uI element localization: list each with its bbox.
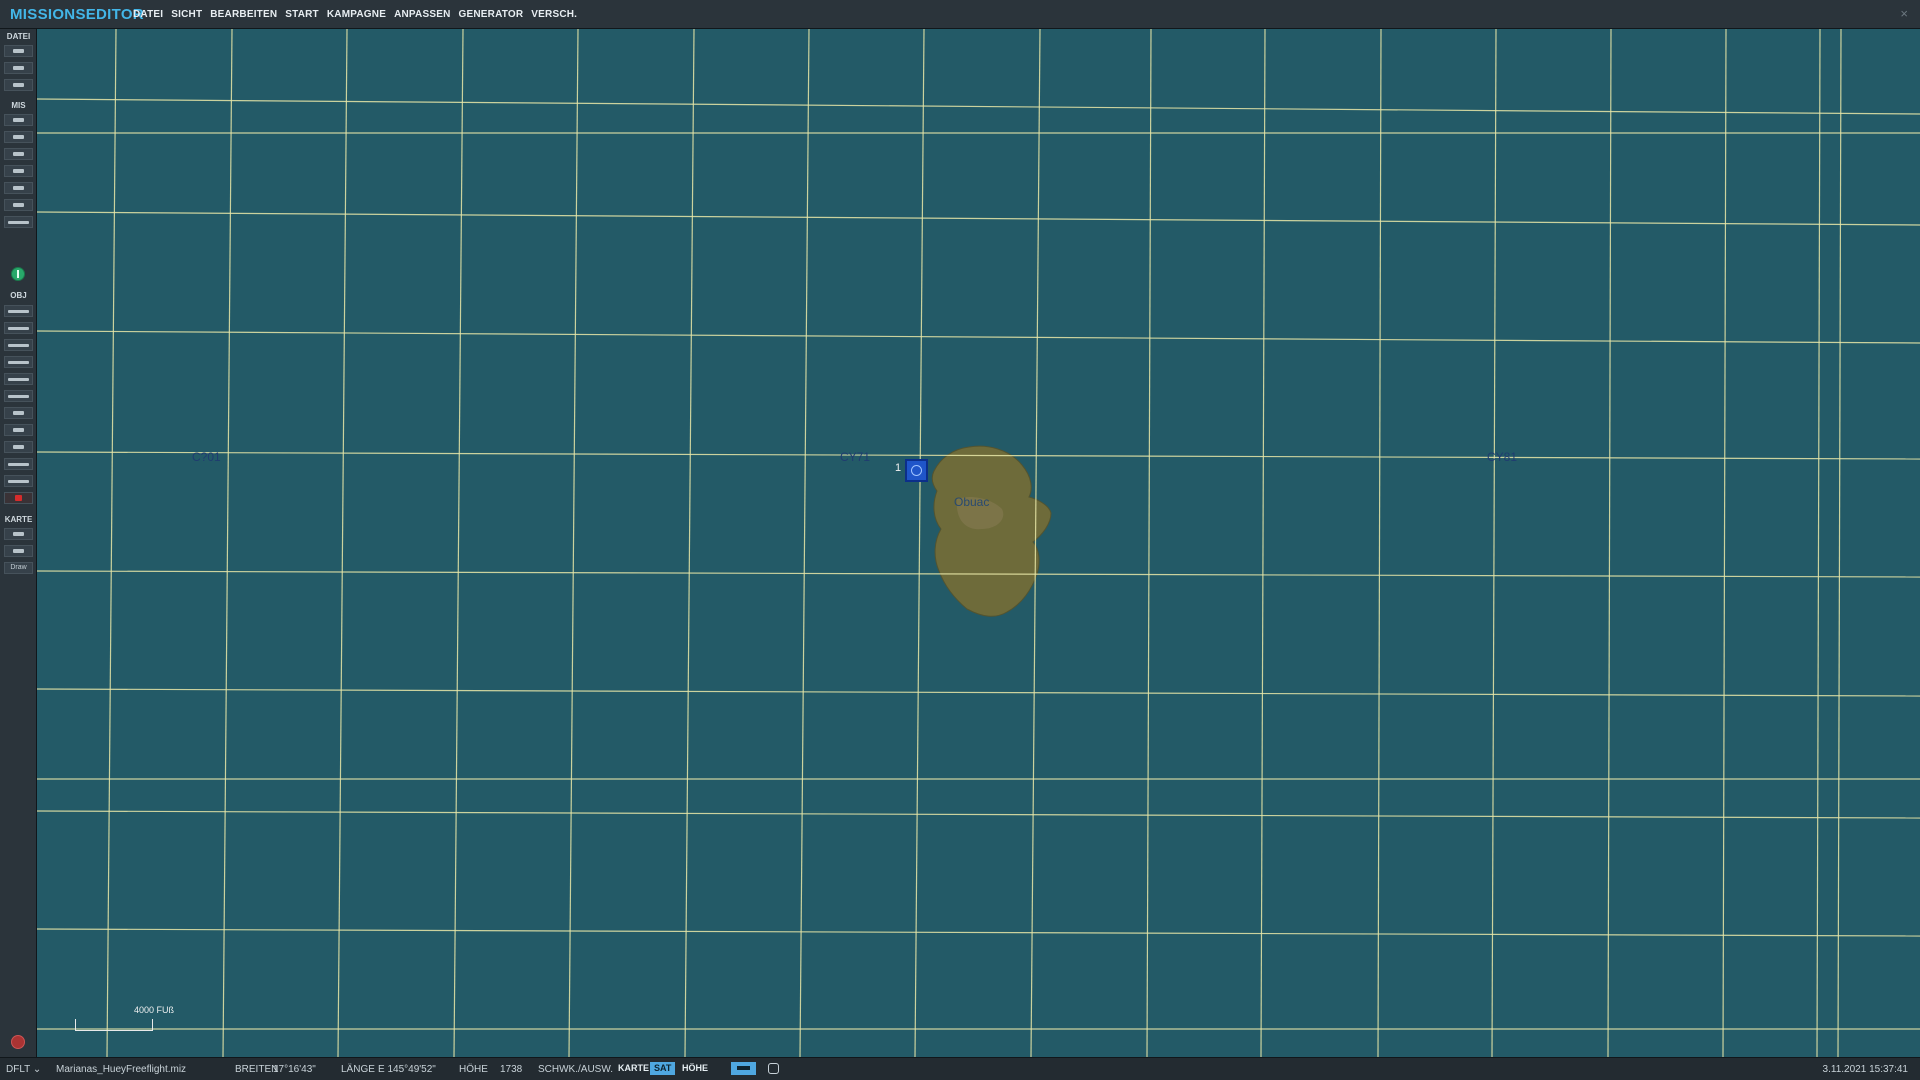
- close-button[interactable]: ×: [1900, 6, 1908, 21]
- map-mode-sat-button[interactable]: SAT: [650, 1062, 676, 1075]
- menu-item-sicht[interactable]: SICHT: [171, 9, 202, 20]
- globe-icon[interactable]: [11, 267, 25, 281]
- fullscreen-icon[interactable]: [768, 1063, 779, 1074]
- new-mission-icon[interactable]: [4, 45, 33, 57]
- map-mode-hoehe-button[interactable]: HÖHE: [678, 1062, 712, 1075]
- weather-icon[interactable]: [4, 131, 33, 143]
- unit-marker[interactable]: [905, 459, 928, 482]
- briefing-icon[interactable]: [4, 114, 33, 126]
- map-marker-label-1[interactable]: C?01: [192, 450, 221, 464]
- latitude-value: 17°16'43": [273, 1064, 316, 1075]
- longitude-label: LÄNGE: [341, 1064, 375, 1075]
- left-toolbar: DATEI MIS OBJ KARTE Draw: [0, 29, 37, 1057]
- draw-button[interactable]: Draw: [4, 562, 33, 574]
- map-view[interactable]: C?01 CY71 CY81 Obuac 1 4000 FUß: [37, 29, 1920, 1057]
- key-icon[interactable]: [4, 528, 33, 540]
- map-marker-label-3[interactable]: CY81: [1487, 450, 1517, 464]
- scale-label: 4000 FUß: [134, 1005, 175, 1015]
- menu-item-kampagne[interactable]: KAMPAGNE: [327, 9, 386, 20]
- static-object-icon[interactable]: [4, 373, 33, 385]
- chevron-down-icon: ⌄: [32, 1064, 42, 1075]
- draw-label: Draw: [10, 564, 27, 571]
- helicopter-icon[interactable]: [4, 322, 33, 334]
- section-label-mis: MIS: [11, 101, 26, 110]
- island-name-label: Obuac: [954, 495, 990, 509]
- target-icon[interactable]: [4, 441, 33, 453]
- airfield-icon[interactable]: [4, 407, 33, 419]
- trigger-icon[interactable]: [4, 148, 33, 160]
- goals-icon[interactable]: [4, 165, 33, 177]
- group-icon[interactable]: [4, 458, 33, 470]
- map-grid: [37, 29, 1920, 1057]
- map-marker-label-2[interactable]: CY71: [840, 450, 870, 464]
- mission-filename: Marianas_HueyFreeflight.miz: [56, 1064, 187, 1075]
- altitude-label: HÖHE: [459, 1064, 488, 1075]
- section-label-obj: OBJ: [10, 291, 27, 300]
- coalition-icon[interactable]: [4, 216, 33, 228]
- shapes-icon[interactable]: [4, 475, 33, 487]
- menu-item-start[interactable]: START: [285, 9, 319, 20]
- altitude-value: 1738: [500, 1064, 523, 1075]
- menu-item-versch[interactable]: VERSCH.: [531, 9, 577, 20]
- scale-bar: [75, 1019, 153, 1031]
- save-icon[interactable]: [4, 79, 33, 91]
- main-menu: DATEI SICHT BEARBEITEN START KAMPAGNE AN…: [133, 9, 577, 20]
- open-icon[interactable]: [4, 62, 33, 74]
- island-shape: [931, 445, 1052, 617]
- profile-value: DFLT: [6, 1064, 31, 1075]
- menu-bar: MISSIONSEDITOR DATEI SICHT BEARBEITEN ST…: [0, 0, 1920, 29]
- zone-icon[interactable]: [4, 424, 33, 436]
- plane-icon[interactable]: [4, 305, 33, 317]
- section-label-datei: DATEI: [6, 32, 31, 41]
- datetime: 3.11.2021 15:37:41: [1822, 1064, 1908, 1075]
- menu-item-datei[interactable]: DATEI: [133, 9, 163, 20]
- options-icon[interactable]: [4, 182, 33, 194]
- map-settings-icon[interactable]: [731, 1062, 756, 1075]
- mission-status-icon[interactable]: [11, 1035, 25, 1049]
- longitude-value: E 145°49'52": [378, 1064, 436, 1075]
- section-label-karte: KARTE: [4, 515, 33, 524]
- vehicle-icon[interactable]: [4, 356, 33, 368]
- check-icon[interactable]: [4, 199, 33, 211]
- menu-item-bearbeiten[interactable]: BEARBEITEN: [210, 9, 277, 20]
- menu-item-generator[interactable]: GENERATOR: [459, 9, 524, 20]
- latitude-label: BREITEN: [235, 1064, 279, 1075]
- status-bar: DFLT ⌄ Marianas_HueyFreeflight.miz BREIT…: [0, 1057, 1920, 1080]
- unit-number: 1: [895, 462, 902, 474]
- toggle-label: SCHWK./AUSW.: [538, 1064, 614, 1075]
- menu-item-anpassen[interactable]: ANPASSEN: [394, 9, 450, 20]
- app-title: MISSIONSEDITOR: [10, 6, 144, 23]
- ship-icon[interactable]: [4, 339, 33, 351]
- ruler-icon[interactable]: [4, 545, 33, 557]
- profile-select[interactable]: DFLT ⌄: [6, 1064, 41, 1075]
- delete-icon[interactable]: [4, 492, 33, 504]
- template-icon[interactable]: [4, 390, 33, 402]
- map-mode-karte-button[interactable]: KARTE: [614, 1062, 653, 1075]
